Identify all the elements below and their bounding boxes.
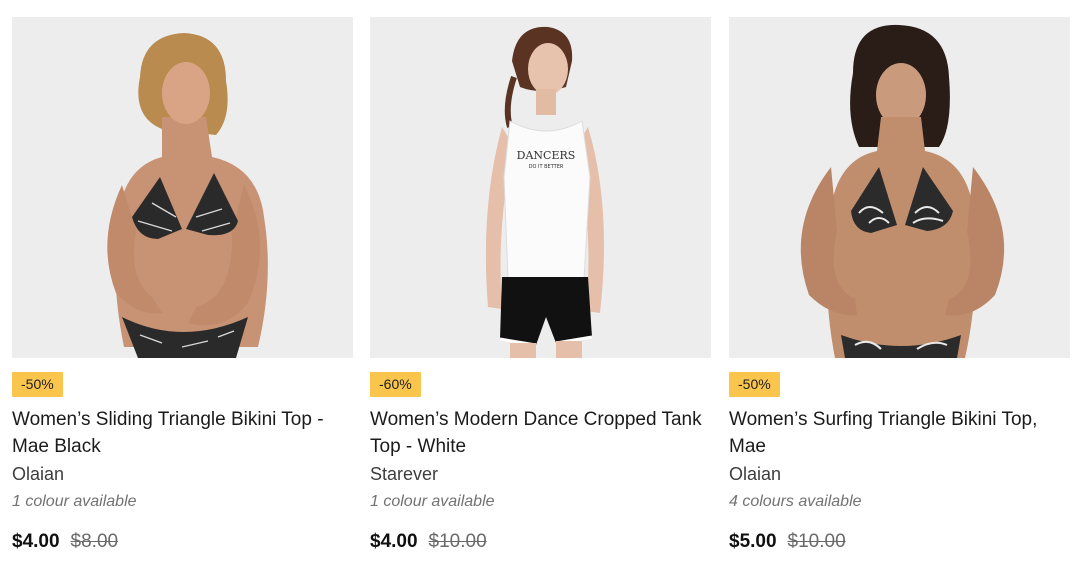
price-row: $4.00 $10.00 (370, 531, 487, 553)
shirt-print-sub: DO IT BETTER (529, 164, 564, 170)
model-photo (107, 33, 268, 358)
original-price: $10.00 (428, 531, 487, 552)
product-brand: Olaian (729, 464, 782, 484)
product-image-bikini-black[interactable] (12, 17, 353, 358)
current-price: $4.00 (370, 531, 418, 552)
product-image-dance-tank[interactable]: DANCERS DO IT BETTER (370, 17, 711, 358)
original-price: $10.00 (787, 531, 846, 552)
colour-availability: 1 colour available (12, 493, 137, 510)
price-row: $5.00 $10.00 (729, 531, 846, 553)
price-row: $4.00 $8.00 (12, 531, 118, 553)
current-price: $5.00 (729, 531, 777, 552)
product-brand: Starever (370, 464, 439, 484)
shirt-print: DANCERS (517, 149, 576, 162)
product-card[interactable]: DANCERS DO IT BETTER -60% Women’s Modern… (370, 17, 711, 552)
product-brand: Olaian (12, 464, 65, 484)
product-image-surf-bikini[interactable] (729, 17, 1070, 358)
original-price: $8.00 (70, 531, 119, 552)
colour-availability: 4 colours available (729, 493, 862, 510)
discount-badge: -50% (12, 372, 63, 397)
product-grid: -50% Women’s Sliding Triangle Bikini Top… (0, 0, 1080, 584)
product-title[interactable]: Women’s Surfing Triangle Bikini Top, Mae (729, 406, 1070, 460)
discount-badge: -60% (370, 372, 421, 397)
product-title[interactable]: Women’s Sliding Triangle Bikini Top - Ma… (12, 406, 353, 460)
current-price: $4.00 (12, 531, 60, 552)
product-card[interactable]: -50% Women’s Surfing Triangle Bikini Top… (729, 17, 1070, 552)
discount-badge: -50% (729, 372, 780, 397)
product-title[interactable]: Women’s Modern Dance Cropped Tank Top - … (370, 406, 711, 460)
model-photo: DANCERS DO IT BETTER (485, 26, 604, 358)
model-photo (800, 24, 1005, 358)
product-card[interactable]: -50% Women’s Sliding Triangle Bikini Top… (12, 17, 353, 552)
colour-availability: 1 colour available (370, 493, 495, 510)
